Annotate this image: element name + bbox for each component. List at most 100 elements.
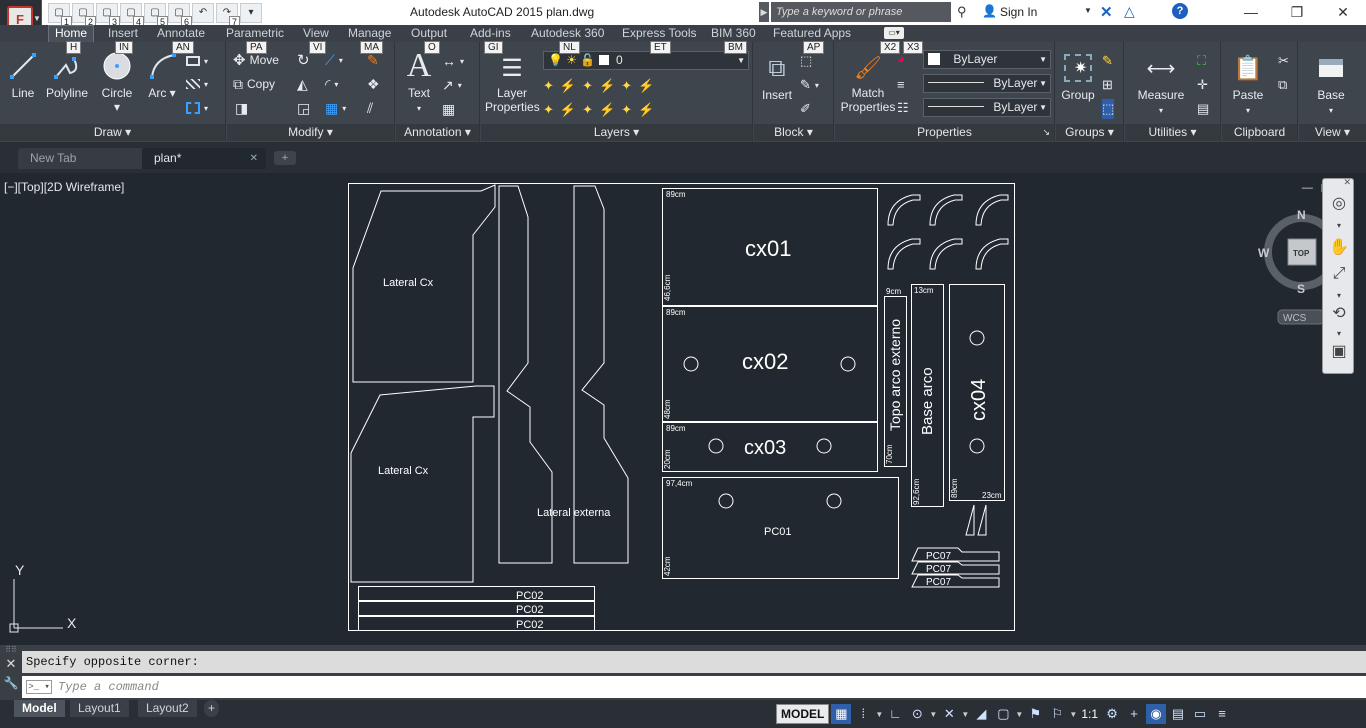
status-dropdown-icon[interactable]: ▼ <box>929 710 937 719</box>
base-button[interactable]: Base ▾ <box>1309 50 1353 116</box>
grid-icon[interactable]: ▦ <box>831 704 852 724</box>
sign-in-dropdown-icon[interactable]: ▼ <box>1084 6 1092 15</box>
calculator-button[interactable]: ▤ <box>1197 99 1209 119</box>
block-panel-title[interactable]: Block ▾ <box>754 124 833 141</box>
new-doc-tab-button[interactable]: + <box>274 151 296 165</box>
close-button[interactable]: ✕ <box>1320 0 1366 25</box>
tab-bim-360[interactable]: BIM 360 <box>711 26 756 40</box>
polar-icon[interactable]: ⊙ <box>907 704 927 724</box>
arc-button[interactable]: Arc ▾ <box>146 48 178 100</box>
lineweight-button[interactable]: ≡ <box>897 74 905 94</box>
qat-button-open[interactable]: ▢ 2 <box>72 3 96 28</box>
paste-button[interactable]: 📋 Paste ▾ <box>1226 50 1270 116</box>
lineweight-dropdown[interactable]: ByLayer ▼ <box>923 98 1051 117</box>
copy-button[interactable]: ⧉ Copy <box>233 74 275 94</box>
search-input[interactable]: ▶ Type a keyword or phrase <box>759 2 951 22</box>
layer-tools-row-2[interactable]: ✦⚡✦⚡✦⚡ <box>543 100 660 120</box>
customize-icon[interactable]: ≡ <box>1212 704 1232 724</box>
tab-parametric[interactable]: Parametric <box>226 26 284 40</box>
list-button[interactable]: ☷ <box>897 98 909 118</box>
dimension-button[interactable]: ↔ ▾ <box>442 51 464 71</box>
layout-tab-model[interactable]: Model <box>14 700 65 717</box>
exchange-apps-icon[interactable]: ✕ <box>1100 3 1113 21</box>
navbar-close-icon[interactable]: ✕ <box>1343 177 1351 188</box>
qat-button-redo[interactable]: ↷ 7 <box>216 3 240 28</box>
search-expand-icon[interactable]: ▶ <box>759 2 769 22</box>
create-block-button[interactable]: ⬚ <box>800 51 812 71</box>
group-button[interactable]: ✷ Group <box>1058 50 1098 102</box>
viewport-controls-label[interactable]: [−][Top][2D Wireframe] <box>4 180 124 194</box>
edit-attributes-button[interactable]: ✐ <box>800 99 811 119</box>
trim-button[interactable]: ⟋ ▾ <box>325 50 343 70</box>
isolate-icon[interactable]: ◉ <box>1146 704 1167 724</box>
table-button[interactable]: ▦ <box>442 99 455 119</box>
command-settings-icon[interactable]: 🔧 <box>0 673 22 693</box>
circle-button[interactable]: Circle ▾ <box>98 48 136 114</box>
orbit-dropdown-icon[interactable]: ▾ <box>1326 329 1352 339</box>
workspace-icon[interactable]: ⚙ <box>1102 704 1122 724</box>
tab-annotate[interactable]: Annotate <box>157 26 205 40</box>
group-selection-button[interactable]: ⬚ <box>1102 99 1115 119</box>
binoculars-icon[interactable]: ⚲ <box>957 4 967 20</box>
rotate-button[interactable]: ↻ <box>297 50 310 70</box>
annotation-scale[interactable]: 1:1 <box>1079 707 1100 721</box>
transparency-icon[interactable]: ▢ <box>993 704 1013 724</box>
offset-button[interactable]: ⫽ <box>367 98 373 118</box>
modify-panel-title[interactable]: Modify ▾ <box>227 124 394 141</box>
snap-icon[interactable]: ⁞ <box>853 704 873 724</box>
pan-icon[interactable]: ✋ <box>1326 237 1352 263</box>
clipboard-panel-title[interactable]: Clipboard <box>1222 124 1297 141</box>
orbit-icon[interactable]: ⟲ <box>1326 303 1352 329</box>
layer-properties-button[interactable]: ☰ Layer Properties <box>485 52 540 115</box>
qat-button-undo[interactable]: ↶ <box>192 3 214 23</box>
qat-button-save[interactable]: ▢ 3 <box>96 3 120 28</box>
copy-clip-button[interactable]: ⧉ <box>1278 75 1287 95</box>
viewport-minimize-button[interactable]: — <box>1302 182 1313 195</box>
showmotion-icon[interactable]: ▣ <box>1326 341 1352 367</box>
add-icon[interactable]: + <box>1124 704 1144 724</box>
rectangle-button[interactable]: ▾ <box>186 51 208 71</box>
group-edit-button[interactable]: ⊞ <box>1102 75 1113 95</box>
osnap-icon[interactable]: ✕ <box>939 704 959 724</box>
zoom-extents-icon[interactable]: ⤢ <box>1326 265 1352 291</box>
steering-wheel-icon[interactable]: ◎ <box>1326 193 1352 219</box>
status-dropdown-icon[interactable]: ▼ <box>875 710 883 719</box>
tab-manage[interactable]: Manage <box>348 26 391 40</box>
close-icon[interactable]: ✕ <box>250 148 258 169</box>
match-properties-button[interactable]: 🖌 Match Properties <box>839 52 897 114</box>
scale-button[interactable]: ◲ <box>297 98 310 118</box>
cut-button[interactable]: ✂ <box>1278 51 1289 71</box>
viewcube-north[interactable]: N <box>1297 208 1306 222</box>
polyline-button[interactable]: Polyline <box>44 48 90 100</box>
command-input[interactable]: >_ ▾ Type a command <box>22 676 1366 698</box>
tab-autodesk-360[interactable]: Autodesk 360 <box>531 26 604 40</box>
qat-button-plot[interactable]: ▢ 6 <box>168 3 192 28</box>
qat-button-new[interactable]: ▢ 1 <box>48 3 72 28</box>
explode-button[interactable]: ❖ <box>367 74 380 94</box>
zoom-dropdown-icon[interactable]: ▾ <box>1326 291 1352 301</box>
restore-button[interactable]: ❐ <box>1274 0 1320 25</box>
stretch-button[interactable]: ◨ <box>235 98 248 118</box>
mirror-button[interactable]: ◭ <box>297 74 308 94</box>
status-dropdown-icon[interactable]: ▼ <box>1015 710 1023 719</box>
hatch-button[interactable]: ▾ <box>186 74 208 94</box>
utilities-panel-title[interactable]: Utilities ▾ <box>1125 124 1220 141</box>
layout-tab-layout1[interactable]: Layout1 <box>70 700 129 717</box>
array-button[interactable]: ▦ ▾ <box>325 98 346 118</box>
status-dropdown-icon[interactable]: ▼ <box>961 710 969 719</box>
minimize-button[interactable]: — <box>1228 0 1274 25</box>
tab-view[interactable]: View <box>303 26 329 40</box>
hardware-accel-icon[interactable]: ▤ <box>1168 704 1188 724</box>
layers-panel-title[interactable]: Layers ▾ <box>481 124 752 141</box>
autoscale-icon[interactable]: ⚐ <box>1047 704 1067 724</box>
doc-tab-new-tab[interactable]: New Tab <box>18 148 144 169</box>
model-space-button[interactable]: MODEL <box>776 704 830 724</box>
viewcube-south[interactable]: S <box>1297 282 1305 296</box>
lineweight-icon[interactable]: ◢ <box>971 704 991 724</box>
tab-home[interactable]: Home <box>48 25 95 42</box>
command-prompt-icon[interactable]: >_ ▾ <box>26 680 52 694</box>
ungroup-button[interactable]: ✎ <box>1102 51 1113 71</box>
drawing-viewport[interactable]: Lateral Cx Lateral Cx Lateral externa cx… <box>0 173 1366 645</box>
layout-tab-layout2[interactable]: Layout2 <box>138 700 197 717</box>
groups-panel-title[interactable]: Groups ▾ <box>1056 124 1123 141</box>
